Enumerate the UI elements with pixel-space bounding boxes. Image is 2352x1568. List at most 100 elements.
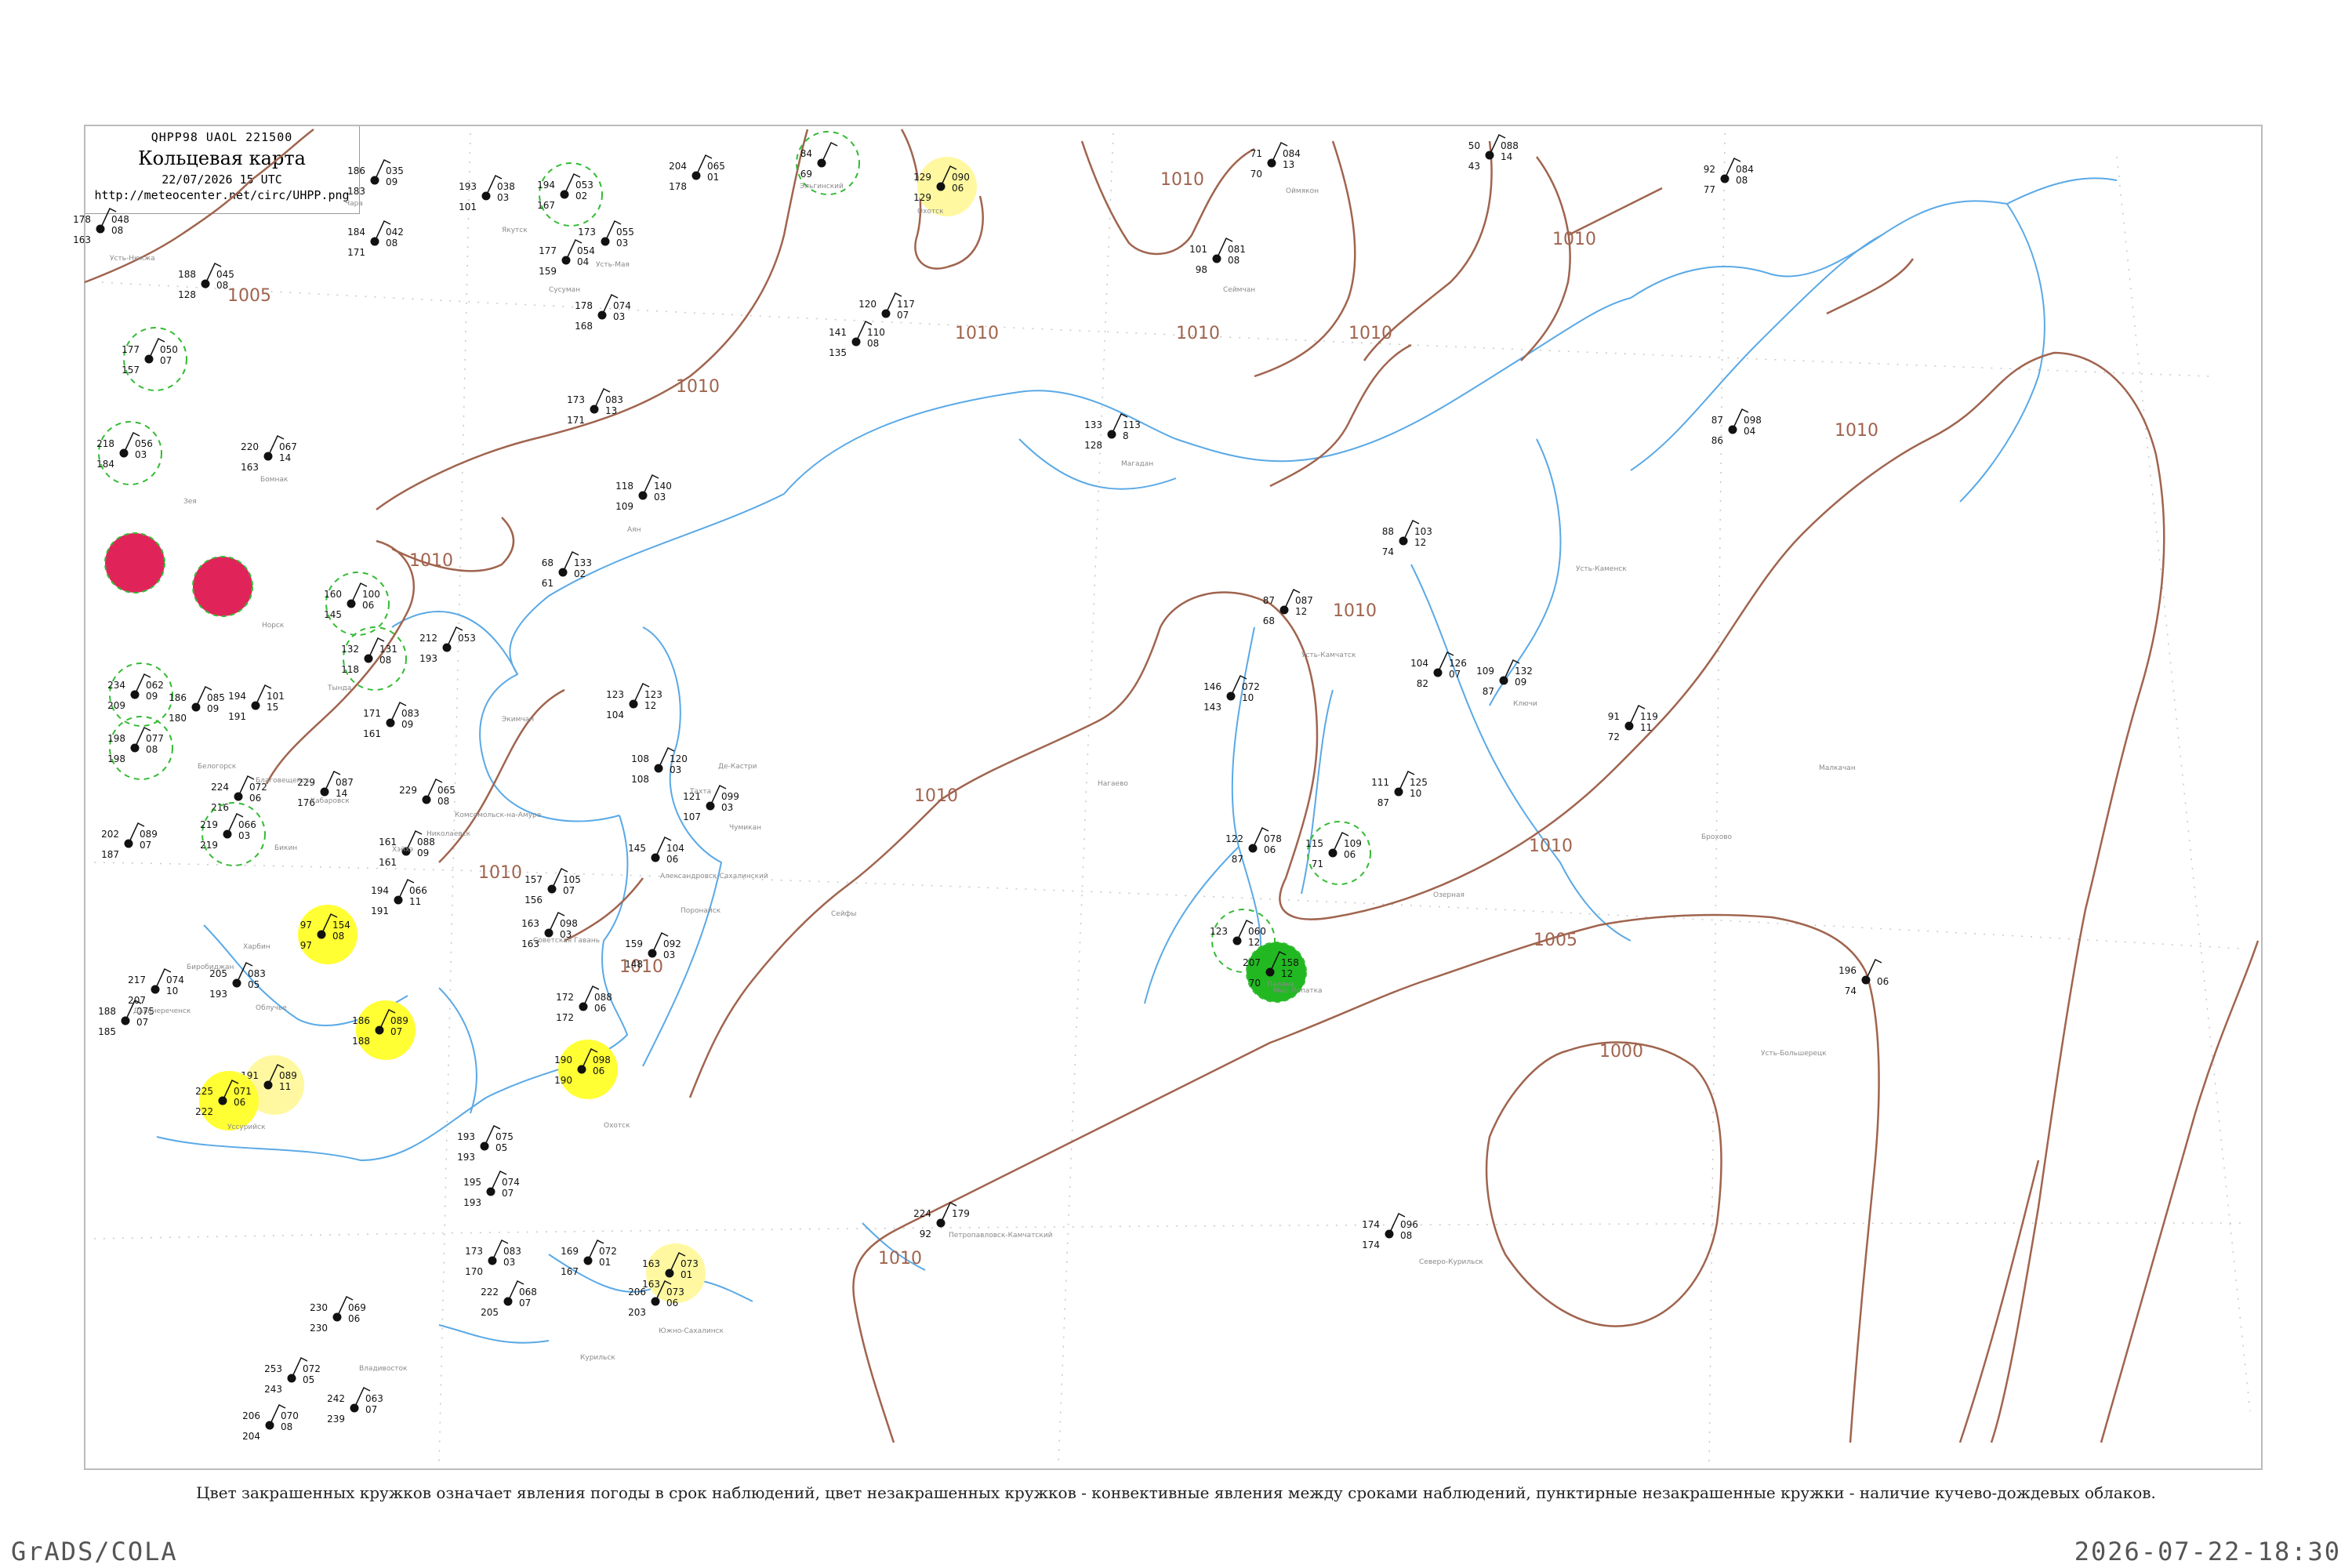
station-plot[interactable]: 111 87 12510 xyxy=(1371,770,1428,808)
station-pressure: 089 xyxy=(279,1070,297,1081)
station-pressure: 113 xyxy=(1123,419,1141,430)
station-plot[interactable]: 169 167 07201 xyxy=(561,1239,617,1277)
station-plot[interactable]: 190 190 09806 xyxy=(554,1040,618,1099)
station-pressure: 158 xyxy=(1281,957,1299,968)
station-temperature: 92 xyxy=(1704,164,1715,175)
station-plot[interactable]: 225 222 07106 xyxy=(195,1071,259,1131)
thunderstorm-station-marker[interactable] xyxy=(192,556,253,617)
station-plot[interactable]: 253 243 07205 xyxy=(264,1356,321,1395)
station-plot[interactable]: 177 157 05007 xyxy=(122,327,187,391)
station-plot[interactable]: 173 05503 xyxy=(578,220,634,249)
station-plot[interactable]: 172 172 08806 xyxy=(556,985,612,1023)
station-plot[interactable]: 193 193 07505 xyxy=(457,1124,514,1163)
station-plot[interactable]: 50 43 08814 xyxy=(1468,133,1519,172)
station-plot[interactable]: 68 61 13302 xyxy=(542,550,592,589)
station-plot[interactable]: 242 239 06307 xyxy=(327,1386,383,1425)
station-plot[interactable]: 71 70 08413 xyxy=(1250,141,1301,180)
station-plot[interactable]: 97 97 15408 xyxy=(298,905,358,964)
station-dew-point: 187 xyxy=(101,849,119,860)
station-plot[interactable]: 173 171 08313 xyxy=(567,387,623,426)
station-place-name: Благовещенск xyxy=(256,777,310,785)
station-plot[interactable]: 87 86 09804 xyxy=(1711,408,1762,446)
station-plot[interactable]: 184 171 04208 xyxy=(347,220,404,258)
station-temperature: 177 xyxy=(122,344,140,355)
station-place-name: Хабаровск xyxy=(310,797,350,805)
station-plot[interactable]: 194 167 05302 xyxy=(537,162,603,227)
station-plot[interactable]: 92 77 08408 xyxy=(1704,157,1754,195)
station-plot[interactable]: 219 219 06603 xyxy=(200,802,266,866)
station-plot[interactable]: 218 184 05603 xyxy=(96,421,162,485)
station-pressure: 119 xyxy=(1640,711,1658,722)
station-plot[interactable]: 193 101 03803 xyxy=(459,174,515,212)
station-plot[interactable]: 118 109 14003 xyxy=(615,474,672,512)
station-temperature: 141 xyxy=(829,327,847,338)
station-plot[interactable]: 120 11707 xyxy=(858,292,915,321)
station-pressure: 066 xyxy=(238,819,256,830)
station-plot[interactable]: 194 191 10115 xyxy=(228,684,285,722)
station-plot[interactable]: 186 180 08509 xyxy=(169,685,225,724)
station-plot[interactable]: 178 163 04808 xyxy=(73,207,129,245)
station-plot[interactable]: 173 170 08303 xyxy=(465,1239,521,1277)
station-plot[interactable]: 198 198 07708 xyxy=(107,716,173,780)
station-plot[interactable]: 177 159 05404 xyxy=(539,238,595,277)
station-dew-point: 145 xyxy=(324,609,342,620)
station-place-name: Поронайск xyxy=(681,907,721,915)
station-plot[interactable]: 204 178 06501 xyxy=(669,154,725,192)
station-plot[interactable]: 217 207 07410 xyxy=(128,967,184,1006)
station-plot[interactable]: 196 74 06 xyxy=(1838,958,1889,996)
station-plot[interactable]: 18818507507 xyxy=(98,999,154,1037)
station-plot[interactable]: 122 87 07806 xyxy=(1225,826,1282,865)
station-plot[interactable]: 101 98 08108 xyxy=(1189,237,1246,275)
station-plot[interactable]: 171 161 08309 xyxy=(363,701,419,739)
station-plot[interactable]: 132 118 13108 xyxy=(341,626,407,691)
station-plot[interactable]: 229 06508 xyxy=(399,778,456,807)
station-plot[interactable]: 220 163 06714 xyxy=(241,434,297,473)
station-pressure-tendency: 03 xyxy=(721,802,733,813)
station-plot[interactable]: 104 82 12607 xyxy=(1410,651,1467,689)
station-pressure: 101 xyxy=(267,691,285,702)
station-plot[interactable]: 186 188 08907 xyxy=(352,1000,416,1060)
station-plot[interactable]: 186 183 03509 xyxy=(347,158,404,197)
station-plot[interactable]: 195 193 07407 xyxy=(463,1170,520,1208)
station-plot[interactable]: 222 205 06807 xyxy=(481,1279,537,1318)
station-plot[interactable]: 145 10406 xyxy=(628,836,684,865)
station-plot[interactable]: 157 156 10507 xyxy=(524,867,581,906)
station-pressure-tendency: 14 xyxy=(1501,151,1512,162)
station-plot[interactable]: 212 193 053 xyxy=(419,626,476,664)
station-dew-point: 170 xyxy=(465,1266,483,1277)
station-dew-point: 156 xyxy=(524,895,543,906)
station-plot[interactable]: 12310412312 xyxy=(606,682,662,720)
station-pressure-tendency: 11 xyxy=(1640,722,1652,733)
station-temperature: 169 xyxy=(561,1246,579,1257)
station-plot[interactable]: 188 128 04508 xyxy=(178,262,234,300)
station-plot[interactable]: 160 145 10006 xyxy=(324,572,390,636)
station-dew-point: 161 xyxy=(363,728,381,739)
station-place-name: Хэйхэ xyxy=(392,846,413,854)
station-dew-point: 97 xyxy=(300,940,312,951)
station-dew-point: 98 xyxy=(1196,264,1207,275)
station-plot[interactable]: 115 71 10906 xyxy=(1305,821,1371,885)
station-pressure-tendency: 08 xyxy=(1736,175,1748,186)
station-plot[interactable]: 202 187 08907 xyxy=(101,822,158,860)
station-pressure-tendency: 08 xyxy=(111,225,123,236)
station-plot[interactable]: 174 174 09608 xyxy=(1362,1212,1418,1250)
station-pressure: 081 xyxy=(1228,244,1246,255)
station-plot[interactable]: 194 191 06611 xyxy=(371,878,427,916)
station-plot[interactable]: 133 128 1138 xyxy=(1084,412,1141,451)
station-plot[interactable]: 108 108 12003 xyxy=(631,746,688,785)
station-pressure-tendency: 08 xyxy=(332,931,344,942)
station-plot[interactable]: 146 143 07210 xyxy=(1203,674,1260,713)
station-plot[interactable]: 178 168 07403 xyxy=(575,293,631,332)
station-plot[interactable]: 206 204 07008 xyxy=(242,1403,299,1442)
station-plot[interactable]: 141 135 11008 xyxy=(829,320,885,358)
thunderstorm-station-marker[interactable] xyxy=(104,532,165,593)
station-temperature: 146 xyxy=(1203,681,1221,692)
station-dew-point: 135 xyxy=(829,347,847,358)
station-plot[interactable]: 230 230 06906 xyxy=(310,1295,366,1334)
station-dew-point: 204 xyxy=(242,1431,260,1442)
station-dew-point: 128 xyxy=(178,289,196,300)
station-plot[interactable]: 91 72 11911 xyxy=(1608,704,1658,742)
weather-phenomenon-circle xyxy=(109,716,173,780)
station-plot[interactable]: 109 87 13209 xyxy=(1476,659,1533,697)
station-plot[interactable]: 88 74 10312 xyxy=(1382,519,1432,557)
